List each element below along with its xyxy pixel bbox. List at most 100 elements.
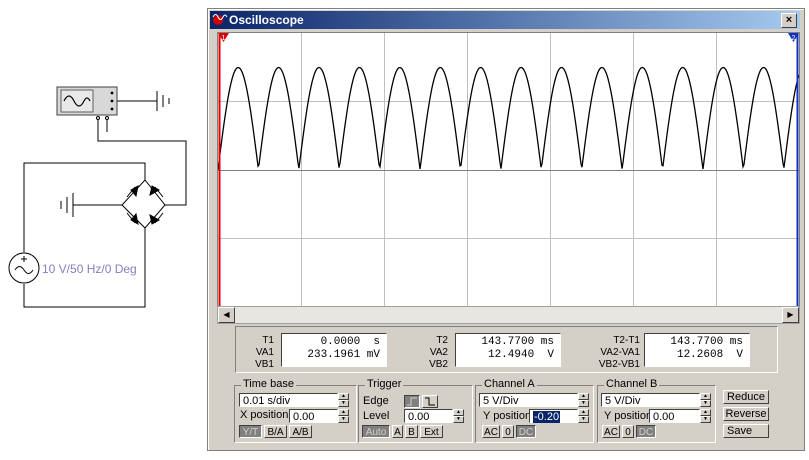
- source-label: 10 V/50 Hz/0 Deg: [42, 262, 137, 276]
- close-button[interactable]: ×: [781, 13, 797, 28]
- circuit-schematic: [8, 86, 187, 308]
- timebase-scale-spinner[interactable]: ▲ ▼: [338, 393, 349, 407]
- spin-up-icon[interactable]: ▲: [700, 393, 711, 400]
- reduce-button[interactable]: Reduce: [723, 390, 769, 404]
- vb2-label: VB2: [429, 359, 448, 370]
- spin-down-icon[interactable]: ▼: [700, 400, 711, 407]
- t2-readout-box: 143.7700 ms 12.4940 V: [455, 333, 561, 367]
- va1-value: 233.1961: [307, 349, 361, 361]
- trigger-level-label: Level: [363, 410, 390, 422]
- trigger-level-field[interactable]: 0.00: [404, 409, 453, 423]
- t2t1-label: T2-T1: [613, 335, 640, 346]
- vb1-label: VB1: [255, 359, 274, 370]
- t2-unit: ms: [540, 336, 554, 348]
- va2-unit: V: [547, 349, 554, 361]
- trigger-ext-button[interactable]: Ext: [420, 425, 443, 438]
- channel-a-ypos-value: -0.20: [533, 411, 561, 423]
- va2va1-value: 12.2608: [676, 349, 724, 361]
- reverse-button[interactable]: Reverse: [723, 407, 769, 421]
- channel-b-dc-button[interactable]: DC: [636, 425, 656, 438]
- spin-up-icon[interactable]: ▲: [578, 393, 589, 400]
- cursor-1-label: 1: [222, 35, 226, 42]
- cursor-2-label: 2: [792, 35, 796, 42]
- trigger-level-spinner[interactable]: ▲ ▼: [453, 409, 464, 423]
- cursor-readout-panel: T1 VA1 VB1 0.0000 s 233.1961 mV T2 VA2 V…: [235, 326, 778, 373]
- falling-edge-icon[interactable]: [422, 395, 438, 408]
- oscilloscope-instrument-icon[interactable]: [56, 86, 118, 120]
- t2t1-value: 143.7700: [670, 336, 724, 348]
- channel-a-ac-button[interactable]: AC: [482, 425, 500, 438]
- timebase-xpos-field[interactable]: 0.00: [289, 409, 338, 423]
- spin-down-icon[interactable]: ▼: [578, 400, 589, 407]
- yt-mode-button[interactable]: Y/T: [239, 425, 262, 438]
- t1-readout-box: 0.0000 s 233.1961 mV: [281, 333, 387, 367]
- channel-b-ypos-spinner[interactable]: ▲ ▼: [700, 409, 711, 423]
- ab-mode-button[interactable]: A/B: [289, 425, 312, 438]
- channel-b-ypos-label: Y position: [604, 410, 653, 422]
- vb2vb1-label: VB2-VB1: [598, 359, 640, 370]
- channel-a-dc-button[interactable]: DC: [516, 425, 536, 438]
- channel-a-title: Channel A: [482, 378, 537, 390]
- va2-value: 12.4940: [487, 349, 535, 361]
- timebase-xpos-label: X position: [240, 409, 289, 421]
- t2-value: 143.7700: [481, 336, 535, 348]
- spin-up-icon[interactable]: ▲: [453, 409, 464, 416]
- spin-up-icon[interactable]: ▲: [700, 409, 711, 416]
- channel-a-scale-field[interactable]: 5 V/Div: [479, 393, 578, 407]
- title-bar[interactable]: Oscilloscope ×: [210, 11, 800, 29]
- timebase-scale-field[interactable]: 0.01 s/div: [239, 393, 338, 407]
- spin-down-icon[interactable]: ▼: [338, 416, 349, 423]
- scroll-left-button[interactable]: ◀: [218, 307, 235, 323]
- channel-a-ypos-label: Y position: [483, 410, 532, 422]
- va1-label: VA1: [255, 347, 274, 358]
- va2va1-unit: V: [736, 349, 743, 361]
- spin-down-icon[interactable]: ▼: [453, 416, 464, 423]
- t2t1-readout-box: 143.7700 ms 12.2608 V: [644, 333, 750, 367]
- timebase-xpos-spinner[interactable]: ▲ ▼: [338, 409, 349, 423]
- channel-b-scale-spinner[interactable]: ▲ ▼: [700, 393, 711, 407]
- trigger-title: Trigger: [365, 378, 404, 390]
- t1-value: 0.0000: [320, 336, 361, 348]
- channel-a-scale-spinner[interactable]: ▲ ▼: [578, 393, 589, 407]
- channel-a-trace: [217, 66, 800, 170]
- channel-b-scale-field[interactable]: 5 V/Div: [601, 393, 700, 407]
- channel-a-ypos-spinner[interactable]: ▲ ▼: [578, 409, 589, 423]
- t2t1-unit: ms: [729, 336, 743, 348]
- ground-symbol-bridge: [60, 193, 74, 217]
- channel-b-title: Channel B: [604, 378, 660, 390]
- spin-down-icon[interactable]: ▼: [700, 416, 711, 423]
- spin-down-icon[interactable]: ▼: [578, 416, 589, 423]
- save-button[interactable]: Save: [723, 424, 769, 438]
- scope-display: 1 2: [217, 33, 800, 306]
- t1-unit: s: [373, 336, 380, 348]
- rising-edge-icon[interactable]: [404, 395, 420, 408]
- spin-up-icon[interactable]: ▲: [338, 393, 349, 400]
- channel-b-ypos-field[interactable]: 0.00: [649, 409, 700, 423]
- trigger-auto-button[interactable]: Auto: [362, 425, 390, 438]
- horizontal-scrollbar[interactable]: ◀ ▶: [217, 306, 800, 324]
- spin-down-icon[interactable]: ▼: [338, 400, 349, 407]
- circuit-wires: [23, 120, 187, 308]
- va2va1-label: VA2-VA1: [600, 347, 640, 358]
- bridge-rectifier-icon: [121, 179, 166, 229]
- scroll-right-button[interactable]: ▶: [782, 307, 799, 323]
- channel-b-ac-button[interactable]: AC: [602, 425, 620, 438]
- oscilloscope-icon: [212, 14, 228, 25]
- channel-a-ypos-field[interactable]: -0.20: [529, 409, 578, 423]
- t1-label: T1: [262, 335, 274, 346]
- va1-unit: mV: [366, 349, 380, 361]
- ground-symbol-scope: [117, 91, 170, 111]
- ba-mode-button[interactable]: B/A: [264, 425, 287, 438]
- ac-source-icon: [8, 252, 40, 284]
- trigger-b-button[interactable]: B: [405, 425, 418, 438]
- timebase-title: Time base: [241, 378, 296, 390]
- trigger-a-button[interactable]: A: [392, 425, 403, 438]
- window-title: Oscilloscope: [229, 13, 304, 27]
- spin-up-icon[interactable]: ▲: [578, 409, 589, 416]
- spin-up-icon[interactable]: ▲: [338, 409, 349, 416]
- channel-a-zero-button[interactable]: 0: [502, 425, 514, 438]
- scope-grid: [218, 33, 799, 306]
- scope-screen: 1 2: [217, 32, 800, 307]
- channel-b-zero-button[interactable]: 0: [622, 425, 634, 438]
- t2-label: T2: [436, 335, 448, 346]
